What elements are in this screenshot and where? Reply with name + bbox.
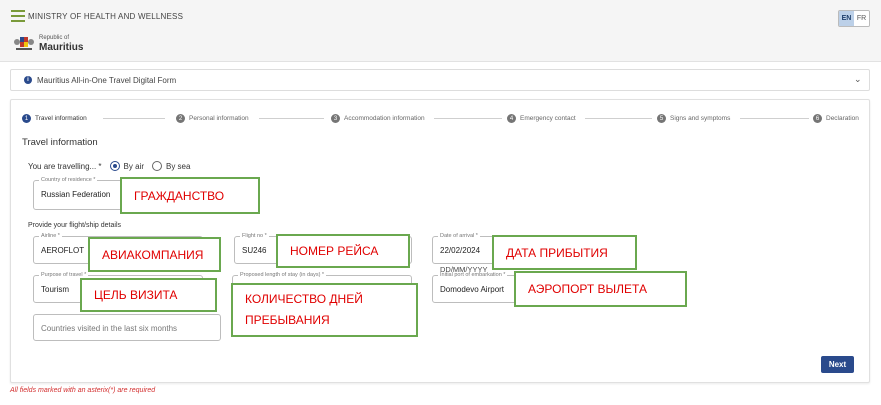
step-number: 2: [176, 114, 185, 123]
step-label: Emergency contact: [520, 115, 576, 122]
field-value: 22/02/2024: [440, 246, 481, 255]
countries-visited-field[interactable]: Countries visited in the last six months: [33, 314, 221, 341]
field-label: Date of arrival *: [438, 233, 480, 239]
by-air-label: By air: [123, 161, 144, 171]
next-button[interactable]: Next: [821, 356, 854, 373]
step-label: Travel information: [35, 115, 87, 122]
top-bar: MINISTRY OF HEALTH AND WELLNESS Republic…: [0, 0, 881, 62]
step-accommodation-information[interactable]: 3 Accommodation information: [331, 114, 425, 123]
step-connector: [585, 118, 652, 119]
step-label: Declaration: [826, 115, 859, 122]
step-emergency-contact[interactable]: 4 Emergency contact: [507, 114, 576, 123]
annotation-purpose: ЦЕЛЬ ВИЗИТА: [80, 278, 217, 312]
step-number: 3: [331, 114, 340, 123]
step-personal-information[interactable]: 2 Personal information: [176, 114, 249, 123]
annotation-departure-airport: АЭРОПОРТ ВЫЛЕТА: [514, 271, 687, 307]
form-banner[interactable]: i Mauritius All-in-One Travel Digital Fo…: [10, 69, 870, 91]
country-of-residence-field[interactable]: Country of residence * Russian Federatio…: [33, 177, 133, 210]
field-value: SU246: [242, 246, 267, 255]
by-sea-label: By sea: [165, 161, 191, 171]
travel-mode-label: You are travelling... *: [28, 161, 102, 171]
field-value: Tourism: [41, 285, 70, 294]
step-label: Personal information: [189, 115, 249, 122]
annotation-citizenship: ГРАЖДАНСТВО: [120, 177, 260, 214]
language-switch: EN FR: [838, 10, 870, 27]
step-connector: [434, 118, 502, 119]
step-signs-and-symptoms[interactable]: 5 Signs and symptoms: [657, 114, 730, 123]
step-connector: [259, 118, 324, 119]
step-number: 1: [22, 114, 31, 123]
field-value: Domodevo Airport: [440, 285, 505, 294]
by-air-radio[interactable]: [109, 161, 120, 171]
republic-label: Republic of: [39, 35, 70, 41]
step-connector: [740, 118, 809, 119]
step-number: 6: [813, 114, 822, 123]
step-label: Signs and symptoms: [670, 115, 731, 122]
annotation-line: КОЛИЧЕСТВО ДНЕЙ: [245, 292, 363, 306]
banner-title: Mauritius All-in-One Travel Digital Form: [37, 76, 177, 85]
field-label: Country of residence *: [39, 177, 98, 183]
field-label: Flight no *: [240, 233, 269, 239]
field-label: Initial port of embarkation *: [438, 272, 508, 278]
info-icon: i: [24, 76, 32, 84]
annotation-arrival-date: ДАТА ПРИБЫТИЯ: [492, 235, 637, 270]
required-fields-note: All fields marked with an asterix(*) are…: [10, 387, 156, 394]
field-label: Airline *: [39, 233, 62, 239]
coat-of-arms-icon: [14, 37, 34, 50]
step-label: Accommodation information: [344, 115, 425, 122]
field-value: Russian Federation: [41, 190, 111, 199]
menu-icon[interactable]: [11, 10, 25, 22]
flight-details-heading: Provide your flight/ship details: [28, 222, 121, 229]
annotation-line: ПРЕБЫВАНИЯ: [245, 313, 330, 327]
field-placeholder: Countries visited in the last six months: [41, 324, 178, 333]
travel-mode-group: You are travelling... * By air By sea: [28, 161, 190, 171]
field-value: AEROFLOT: [41, 246, 85, 255]
section-title: Travel information: [22, 137, 98, 148]
step-travel-information[interactable]: 1 Travel information: [22, 114, 87, 123]
country-name: Mauritius: [39, 42, 84, 53]
chevron-down-icon[interactable]: ⌄: [854, 74, 862, 85]
step-declaration[interactable]: 6 Declaration: [813, 114, 859, 123]
field-label: Proposed length of stay (in days) *: [238, 272, 327, 278]
annotation-flight-number: НОМЕР РЕЙСА: [276, 234, 410, 268]
lang-fr-button[interactable]: FR: [854, 11, 869, 26]
annotation-airline: АВИАКОМПАНИЯ: [88, 237, 221, 272]
ministry-title: MINISTRY OF HEALTH AND WELLNESS: [28, 12, 184, 21]
lang-en-button[interactable]: EN: [839, 11, 854, 26]
step-number: 4: [507, 114, 516, 123]
annotation-length-of-stay: КОЛИЧЕСТВО ДНЕЙ ПРЕБЫВАНИЯ: [231, 283, 418, 337]
step-number: 5: [657, 114, 666, 123]
step-connector: [103, 118, 165, 119]
by-sea-radio[interactable]: [151, 161, 162, 171]
